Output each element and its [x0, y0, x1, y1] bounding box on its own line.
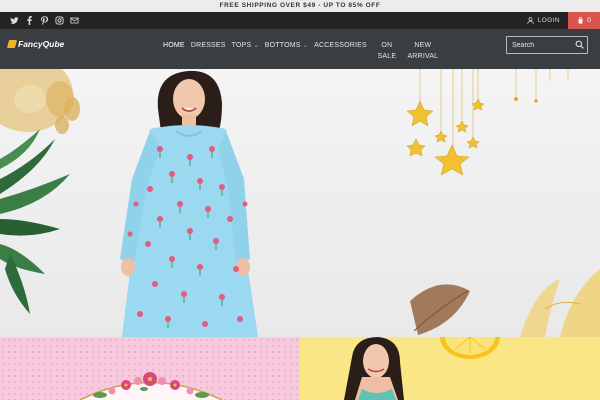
- cart-count: 0: [587, 17, 591, 24]
- nav-label-on-sale: ON SALE: [377, 42, 397, 60]
- nav-item-tops[interactable]: TOPS ⌄: [229, 29, 262, 52]
- social-links: [10, 15, 80, 25]
- instagram-icon[interactable]: [55, 15, 65, 25]
- swimwear-model-illustration: [344, 337, 500, 400]
- facebook-icon[interactable]: [25, 15, 35, 25]
- nav-item-bottoms[interactable]: BOTTOMS ⌄: [262, 29, 311, 52]
- promo-tile-swimwear[interactable]: [300, 337, 600, 400]
- hero-illustration: [0, 69, 600, 337]
- lemon-slice: [440, 337, 500, 359]
- nav-label-home: HOME: [163, 42, 185, 49]
- nav-label-bottoms: BOTTOMS: [264, 42, 301, 49]
- model-figure: [120, 70, 258, 337]
- user-icon: [527, 17, 534, 24]
- cart-button[interactable]: 0: [568, 12, 600, 29]
- login-link[interactable]: LOGIN: [527, 12, 560, 29]
- nav-item-accessories[interactable]: ACCESSORIES: [311, 29, 370, 51]
- site-logo[interactable]: FancyQube: [6, 39, 65, 49]
- shopping-bag-icon: [578, 17, 583, 24]
- palm-leaves: [0, 129, 70, 314]
- top-utility-bar: LOGIN 0: [0, 12, 600, 29]
- nav-item-dresses[interactable]: DRESSES: [188, 29, 229, 51]
- chevron-down-icon: ⌄: [302, 43, 309, 49]
- dried-leaf-decoration: [410, 269, 600, 337]
- nav-label-tops: TOPS: [231, 42, 252, 49]
- main-navigation: HOME DRESSES TOPS ⌄ BOTTOMS ⌄ ACCESSORIE…: [160, 29, 442, 69]
- search-icon[interactable]: [575, 40, 584, 49]
- nav-item-new-arrival[interactable]: NEW ARRIVAL: [404, 29, 442, 62]
- announcement-bar: FREE SHIPPING OVER $49 - UP TO 85% OFF: [0, 0, 600, 12]
- nav-item-home[interactable]: HOME: [160, 29, 188, 51]
- gold-leaf-shapes: [0, 69, 80, 134]
- nav-item-on-sale[interactable]: ON SALE: [370, 29, 404, 62]
- logo-mark-icon: [6, 40, 18, 48]
- pinterest-icon[interactable]: [40, 15, 50, 25]
- hanging-stars: [406, 69, 569, 176]
- email-icon[interactable]: [70, 15, 80, 25]
- login-label: LOGIN: [537, 17, 560, 24]
- main-header: FancyQube HOME DRESSES TOPS ⌄ BOTTOMS ⌄ …: [0, 29, 600, 69]
- nav-label-dresses: DRESSES: [190, 42, 226, 49]
- twitter-icon[interactable]: [10, 15, 20, 25]
- nav-label-accessories: ACCESSORIES: [314, 42, 367, 49]
- chevron-down-icon: ⌄: [253, 43, 259, 49]
- logo-text: FancyQube: [18, 39, 65, 49]
- hero-banner[interactable]: [0, 69, 600, 337]
- promo-tile-floral[interactable]: [0, 337, 300, 400]
- floral-frame-illustration: [79, 372, 223, 400]
- nav-label-new-arrival: NEW ARRIVAL: [407, 42, 439, 60]
